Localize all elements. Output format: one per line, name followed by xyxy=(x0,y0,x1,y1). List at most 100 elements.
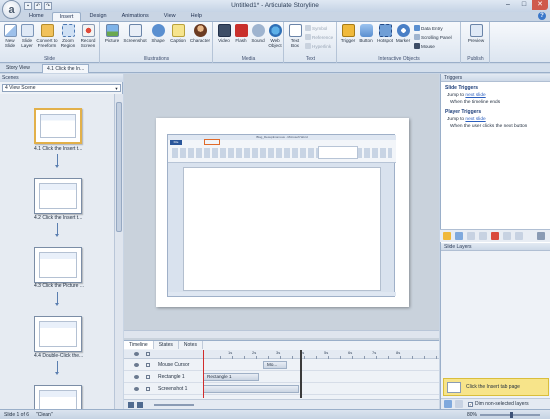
paste-icon[interactable] xyxy=(479,232,487,240)
timeline-row[interactable]: Rectangle 1 Rectangle 1 xyxy=(124,372,439,383)
close-button[interactable]: ✕ xyxy=(532,0,548,10)
slides-scrollbar[interactable] xyxy=(114,94,123,409)
hotspot-button[interactable]: Hotspot xyxy=(376,24,394,43)
zoom-slider[interactable] xyxy=(480,412,540,418)
sound-button[interactable]: Sound xyxy=(250,24,266,43)
slide-link-arrow xyxy=(55,223,59,237)
duplicate-layer-icon[interactable] xyxy=(455,400,463,408)
slide-thumbnail[interactable] xyxy=(34,178,82,214)
eye-icon[interactable] xyxy=(134,375,139,379)
slide-thumbnail[interactable] xyxy=(34,108,82,144)
convert-to-freeform-button[interactable]: Convert to Freeform xyxy=(36,24,58,48)
base-layer-item[interactable]: Click the Insert tab page xyxy=(443,378,549,396)
timeline-zoom-slider[interactable] xyxy=(154,404,194,406)
new-slide-button[interactable]: New Slide xyxy=(2,24,18,48)
scene-select-value: 4 View Scene xyxy=(5,85,36,91)
marker-button[interactable]: Marker xyxy=(395,24,411,43)
timeline-row-name: Mouse Cursor xyxy=(158,362,190,368)
zoom-region-button[interactable]: Zoom Region xyxy=(59,24,77,48)
insert-tab-highlight[interactable] xyxy=(204,139,220,145)
caption-button[interactable]: Caption xyxy=(168,24,188,43)
trigger-button[interactable]: Trigger xyxy=(340,24,356,43)
play-icon[interactable] xyxy=(128,402,134,408)
slide-group: New Slide Slide Layer Convert to Freefor… xyxy=(0,22,100,63)
minimize-button[interactable]: – xyxy=(500,0,516,10)
word-screenshot[interactable]: Blog_Deceptinomous - Microsoft Word File xyxy=(167,134,396,297)
ruler-label: 3s xyxy=(276,350,281,355)
interactive-objects-label: Interactive Objects xyxy=(378,56,420,62)
slide-trigger-link[interactable]: next slide xyxy=(465,93,485,98)
scene-select[interactable]: 4 View Scene ▼ xyxy=(2,84,121,92)
slide-link-arrow xyxy=(55,292,59,306)
dim-layers-checkbox[interactable]: ✓ xyxy=(468,402,473,407)
variables-icon[interactable] xyxy=(537,232,545,240)
timeline-row[interactable]: Mouse Cursor Mo... xyxy=(124,360,439,371)
button-button[interactable]: Button xyxy=(357,24,375,43)
record-screen-button[interactable]: Record Screen xyxy=(78,24,98,48)
move-up-icon[interactable] xyxy=(503,232,511,240)
timeline-playhead[interactable] xyxy=(203,350,204,398)
timeline-row[interactable]: Screenshot 1 xyxy=(124,384,439,395)
tab-story-view[interactable]: Story View xyxy=(2,64,34,73)
zoom-region-label: Zoom Region xyxy=(60,38,76,48)
edit-trigger-icon[interactable] xyxy=(455,232,463,240)
new-trigger-icon[interactable] xyxy=(443,232,451,240)
new-layer-icon[interactable] xyxy=(444,400,452,408)
symbol-button[interactable]: Symbol xyxy=(305,25,327,31)
stop-icon[interactable] xyxy=(137,402,143,408)
data-entry-button[interactable]: Data Entry xyxy=(414,25,443,31)
hyperlink-button[interactable]: Hyperlink xyxy=(305,43,331,49)
player-trigger-action[interactable]: Jump to next slide xyxy=(447,117,486,122)
timeline-bar[interactable] xyxy=(203,385,299,393)
lock-icon[interactable] xyxy=(146,363,150,367)
help-icon[interactable]: ? xyxy=(538,12,546,20)
maximize-button[interactable]: □ xyxy=(516,0,532,10)
mouse-button[interactable]: Mouse xyxy=(414,43,435,49)
tab-current-slide[interactable]: 4.1 Click the In... xyxy=(42,64,90,73)
player-trigger-link[interactable]: next slide xyxy=(465,117,485,122)
slide-stage[interactable]: Blog_Deceptinomous - Microsoft Word File xyxy=(156,118,409,307)
video-button[interactable]: Video xyxy=(216,24,232,43)
tab-timeline[interactable]: Timeline xyxy=(124,341,154,349)
screenshot-button[interactable]: Screenshot xyxy=(122,24,148,43)
timeline-bar[interactable]: Rectangle 1 xyxy=(203,373,259,381)
screenshot-label: Screenshot xyxy=(123,38,147,43)
flash-button[interactable]: Flash xyxy=(233,24,249,43)
timeline-bar[interactable]: Mo... xyxy=(263,361,287,369)
word-document-page xyxy=(183,167,381,291)
character-button[interactable]: Character xyxy=(189,24,211,43)
scrolling-panel-button[interactable]: Scrolling Panel xyxy=(414,34,452,40)
eye-icon[interactable] xyxy=(134,352,139,356)
timeline-ruler[interactable]: 1s 2s 3s 4s 5s 6s 7s 8s xyxy=(220,350,439,359)
lock-icon[interactable] xyxy=(146,375,150,379)
copy-icon[interactable] xyxy=(467,232,475,240)
web-object-button[interactable]: Web Object xyxy=(267,24,283,48)
publish-group-label: Publish xyxy=(467,56,484,62)
eye-icon[interactable] xyxy=(134,387,139,391)
lock-icon[interactable] xyxy=(146,352,150,356)
eye-icon[interactable] xyxy=(134,363,139,367)
picture-button[interactable]: Picture xyxy=(103,24,121,43)
shape-button[interactable]: Shape xyxy=(149,24,167,43)
delete-icon[interactable] xyxy=(491,232,499,240)
text-box-button[interactable]: Text Box xyxy=(287,24,303,48)
articulate-logo-icon[interactable]: a xyxy=(2,0,21,19)
canvas-scrollbar[interactable] xyxy=(124,330,439,338)
shape-label: Shape xyxy=(151,38,165,43)
move-down-icon[interactable] xyxy=(515,232,523,240)
lock-icon[interactable] xyxy=(146,387,150,391)
timeline-end-marker[interactable] xyxy=(300,350,302,398)
tab-states[interactable]: States xyxy=(154,341,179,349)
reference-button[interactable]: Reference xyxy=(305,34,333,40)
zoom-slider-knob[interactable] xyxy=(510,412,513,418)
slide-trigger-verb: Jump to xyxy=(447,93,465,98)
slide-trigger-action[interactable]: Jump to next slide xyxy=(447,93,486,98)
slide-thumbnail[interactable] xyxy=(34,316,82,352)
convert-freeform-label: Convert to Freeform xyxy=(36,38,58,48)
slide-thumbnail[interactable] xyxy=(34,247,82,283)
slide-thumbnail[interactable] xyxy=(34,385,82,409)
slide-layer-button[interactable]: Slide Layer xyxy=(19,24,35,48)
scrollbar-thumb[interactable] xyxy=(116,102,122,232)
tab-notes[interactable]: Notes xyxy=(179,341,203,349)
preview-button[interactable]: Preview xyxy=(466,24,486,43)
